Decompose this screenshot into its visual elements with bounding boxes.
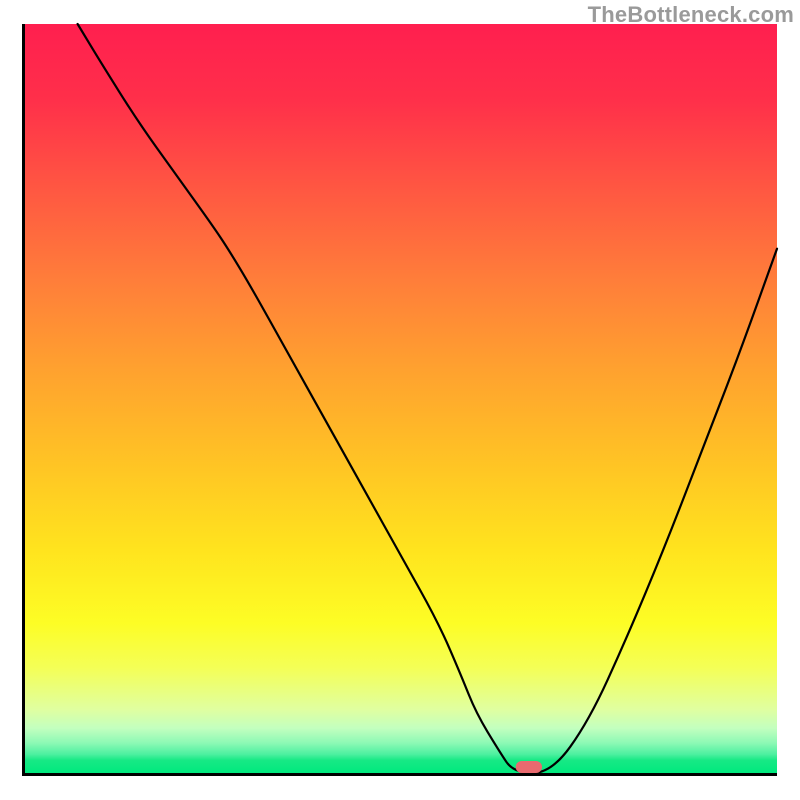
chart-container: TheBottleneck.com	[0, 0, 800, 800]
curve-layer	[25, 24, 777, 773]
optimum-marker	[516, 761, 542, 773]
bottleneck-curve	[78, 24, 777, 773]
plot-area	[22, 24, 777, 776]
watermark-text: TheBottleneck.com	[588, 2, 794, 28]
